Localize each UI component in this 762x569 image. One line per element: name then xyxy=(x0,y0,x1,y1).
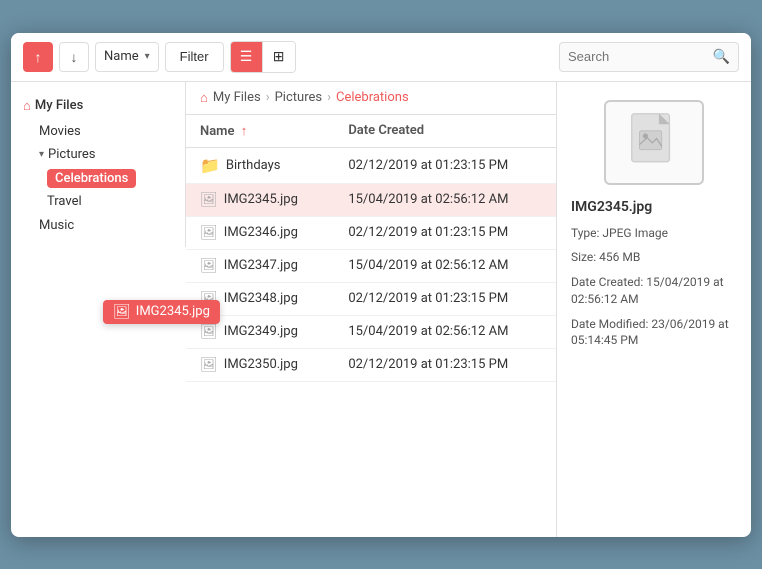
detail-modified: Date Modified: 23/06/2019 at 05:14:45 PM xyxy=(571,316,737,350)
file-name-cell: 🖼 IMG2350.jpg xyxy=(186,348,334,381)
file-icon: 🖼 xyxy=(200,192,218,208)
breadcrumb-sep2: › xyxy=(327,90,331,105)
breadcrumb-myfiles[interactable]: My Files xyxy=(213,90,261,105)
sidebar-item-celebrations[interactable]: Celebrations xyxy=(11,166,185,191)
sidebar-item-travel[interactable]: Travel xyxy=(11,191,185,212)
home-icon: ⌂ xyxy=(23,98,31,114)
file-icon: 🖼 xyxy=(200,258,218,274)
table-row[interactable]: 🖼 IMG2346.jpg 02/12/2019 at 01:23:15 PM xyxy=(186,216,556,249)
breadcrumb-sep1: › xyxy=(266,90,270,105)
table-row[interactable]: 🖼 IMG2348.jpg 02/12/2019 at 01:23:15 PM xyxy=(186,282,556,315)
file-name-cell: 🖼 IMG2348.jpg xyxy=(186,282,334,315)
drag-file-icon: 🖼 xyxy=(113,304,131,320)
search-box: 🔍 xyxy=(559,42,739,72)
search-input[interactable] xyxy=(568,49,707,64)
folder-icon: 📁 xyxy=(200,156,220,175)
sidebar-root-myfiles[interactable]: ⌂ My Files xyxy=(11,92,185,120)
expand-arrow-icon: ▾ xyxy=(39,149,44,160)
celebrations-badge: Celebrations xyxy=(47,169,136,188)
view-toggle: ☰ ⊞ xyxy=(230,41,296,73)
sidebar-item-music[interactable]: Music xyxy=(11,214,185,237)
detail-size: Size: 456 MB xyxy=(571,249,640,266)
table-row[interactable]: 🖼 IMG2350.jpg 02/12/2019 at 01:23:15 PM xyxy=(186,348,556,381)
file-date: 15/04/2019 at 02:56:12 AM xyxy=(334,249,556,282)
file-date: 15/04/2019 at 02:56:12 AM xyxy=(334,315,556,348)
file-name-cell: 🖼 IMG2349.jpg xyxy=(186,315,334,348)
breadcrumb-pictures[interactable]: Pictures xyxy=(275,90,322,105)
file-icon: 🖼 xyxy=(200,357,218,373)
sort-arrow-icon: ↑ xyxy=(241,124,248,139)
file-name: IMG2348.jpg xyxy=(224,291,298,306)
breadcrumb-current: Celebrations xyxy=(336,90,409,105)
chevron-down-icon: ▾ xyxy=(145,51,150,62)
detail-panel: IMG2345.jpg Type: JPEG Image Size: 456 M… xyxy=(556,82,751,537)
file-name: IMG2350.jpg xyxy=(224,357,298,372)
breadcrumb-home-icon: ⌂ xyxy=(200,90,208,106)
sort-up-button[interactable]: ↑ xyxy=(23,42,53,72)
grid-icon: ⊞ xyxy=(273,48,285,65)
sort-name-label: Name xyxy=(104,49,139,64)
file-name-cell: 🖼 IMG2346.jpg xyxy=(186,216,334,249)
toolbar: ↑ ↓ Name ▾ Filter ☰ ⊞ 🔍 xyxy=(11,33,751,82)
sort-down-button[interactable]: ↓ xyxy=(59,42,89,72)
sort-name-selector[interactable]: Name ▾ xyxy=(95,42,159,72)
list-view-button[interactable]: ☰ xyxy=(231,42,263,72)
grid-view-button[interactable]: ⊞ xyxy=(263,42,295,72)
table-row[interactable]: 🖼 IMG2345.jpg 15/04/2019 at 02:56:12 AM xyxy=(186,183,556,216)
file-name: IMG2345.jpg xyxy=(224,192,298,207)
file-list-area: ⌂ My Files › Pictures › Celebrations Nam… xyxy=(186,82,556,537)
detail-filename: IMG2345.jpg xyxy=(571,199,652,215)
table-row[interactable]: 📁 Birthdays 02/12/2019 at 01:23:15 PM xyxy=(186,147,556,183)
table-row[interactable]: 🖼 IMG2347.jpg 15/04/2019 at 02:56:12 AM xyxy=(186,249,556,282)
detail-type: Type: JPEG Image xyxy=(571,225,668,242)
file-icon: 🖼 xyxy=(200,324,218,340)
col-date-header[interactable]: Date Created xyxy=(334,115,556,148)
detail-created: Date Created: 15/04/2019 at 02:56:12 AM xyxy=(571,274,737,308)
list-icon: ☰ xyxy=(240,48,253,65)
file-preview xyxy=(604,100,704,185)
sidebar-item-movies[interactable]: Movies xyxy=(11,120,185,143)
file-name: IMG2349.jpg xyxy=(224,324,298,339)
file-preview-svg xyxy=(624,112,684,172)
sidebar-root-label: My Files xyxy=(35,98,83,113)
file-name-cell: 🖼 IMG2347.jpg xyxy=(186,249,334,282)
filter-button[interactable]: Filter xyxy=(165,42,224,72)
file-name-cell: 🖼 IMG2345.jpg xyxy=(186,183,334,216)
file-name-cell: 📁 Birthdays xyxy=(186,147,334,183)
table-row[interactable]: 🖼 IMG2349.jpg 15/04/2019 at 02:56:12 AM xyxy=(186,315,556,348)
col-name-header[interactable]: Name ↑ xyxy=(186,115,334,148)
file-table: Name ↑ Date Created 📁 Birthdays 02/12/2019… xyxy=(186,115,556,537)
file-date: 02/12/2019 at 01:23:15 PM xyxy=(334,348,556,381)
sidebar-item-pictures[interactable]: ▾ Pictures xyxy=(11,143,185,166)
file-name: Birthdays xyxy=(226,158,281,173)
file-name: IMG2347.jpg xyxy=(224,258,298,273)
file-date: 15/04/2019 at 02:56:12 AM xyxy=(334,183,556,216)
file-date: 02/12/2019 at 01:23:15 PM xyxy=(334,282,556,315)
file-icon: 🖼 xyxy=(200,291,218,307)
table-header-row: Name ↑ Date Created xyxy=(186,115,556,148)
app-window: ↑ ↓ Name ▾ Filter ☰ ⊞ 🔍 ⌂ My Files xyxy=(11,33,751,537)
main-area: ⌂ My Files Movies ▾ Pictures Celebration… xyxy=(11,82,751,537)
file-icon: 🖼 xyxy=(200,225,218,241)
sidebar: ⌂ My Files Movies ▾ Pictures Celebration… xyxy=(11,82,186,247)
breadcrumb: ⌂ My Files › Pictures › Celebrations xyxy=(186,82,556,115)
search-icon: 🔍 xyxy=(713,49,730,65)
file-name: IMG2346.jpg xyxy=(224,225,298,240)
file-date: 02/12/2019 at 01:23:15 PM xyxy=(334,216,556,249)
file-date: 02/12/2019 at 01:23:15 PM xyxy=(334,147,556,183)
